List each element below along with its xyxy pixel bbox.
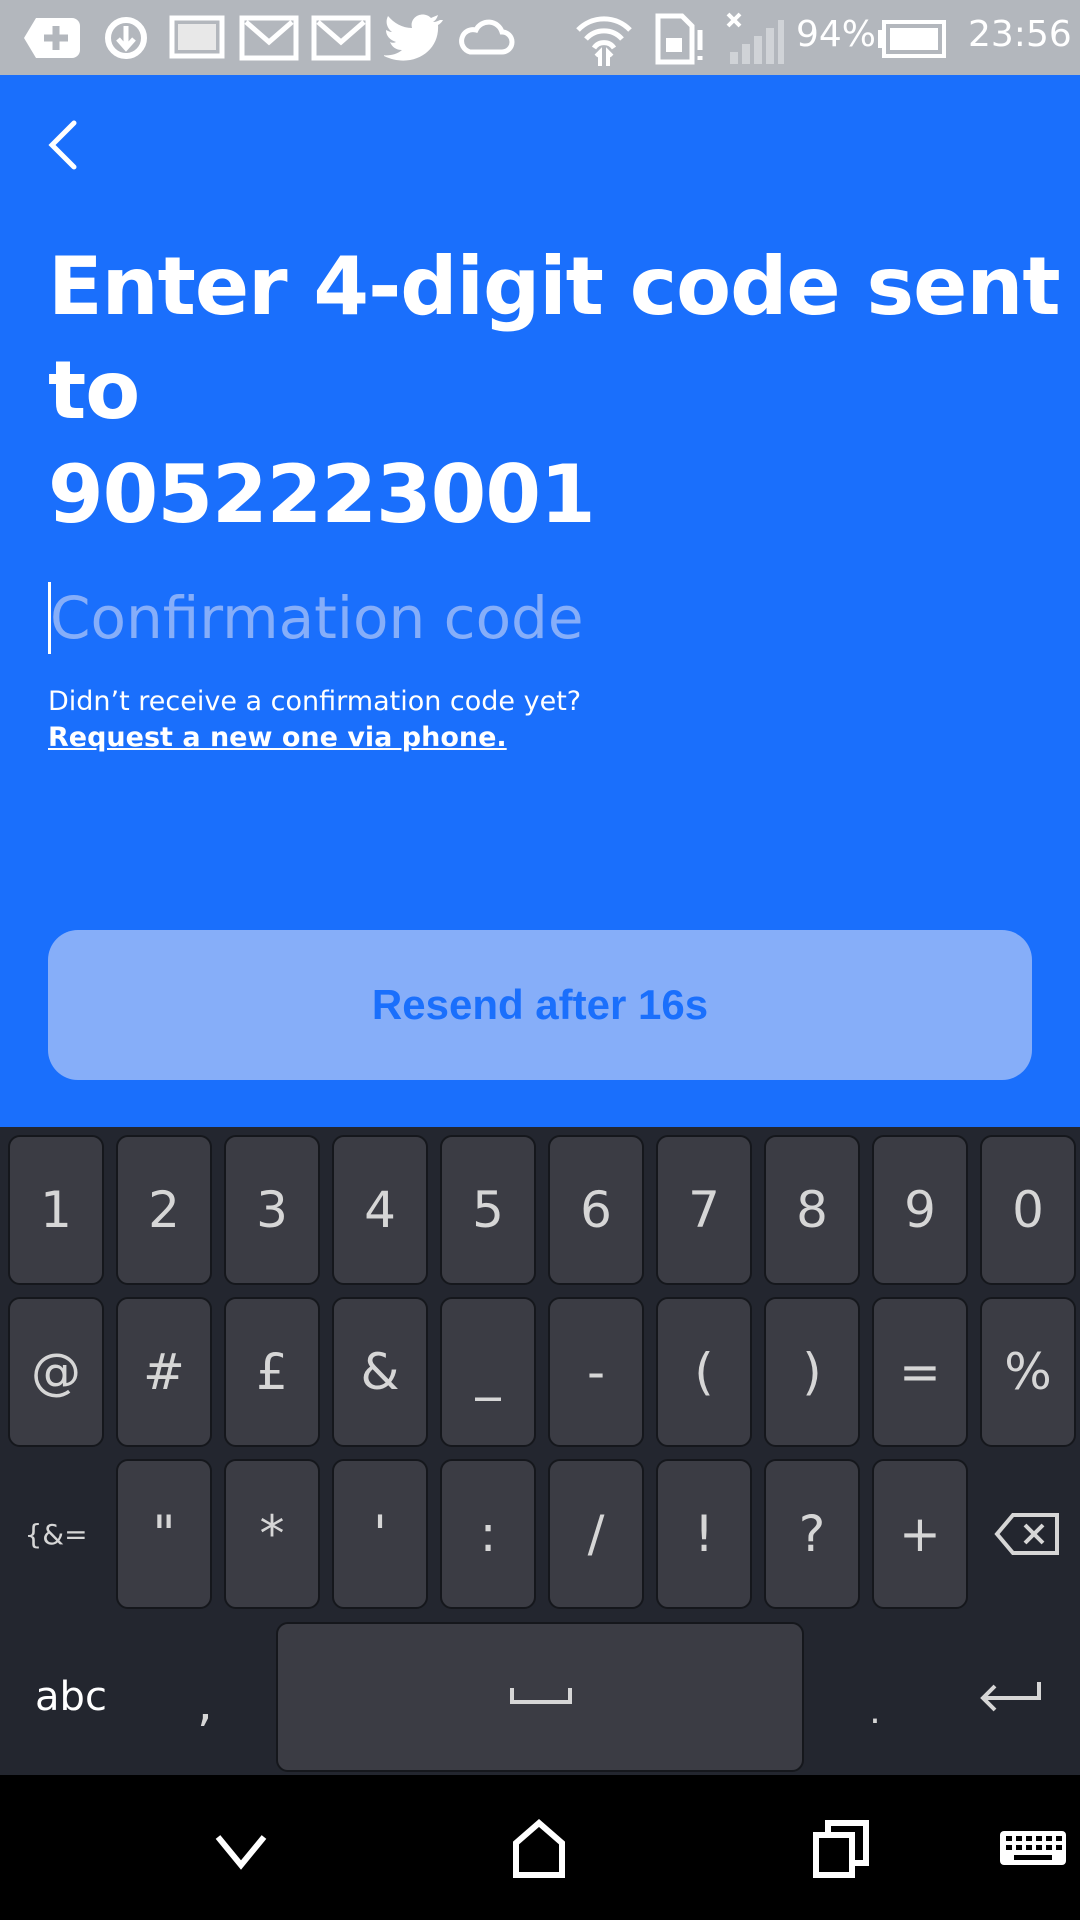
key-symbol[interactable]: ' bbox=[332, 1459, 428, 1609]
key-symbol[interactable]: " bbox=[116, 1459, 212, 1609]
phone-number: 9052223001 bbox=[48, 448, 596, 541]
key-digit[interactable]: 0 bbox=[980, 1135, 1076, 1285]
key-symbol[interactable]: = bbox=[872, 1297, 968, 1447]
key-symbol[interactable]: @ bbox=[8, 1297, 104, 1447]
gmail-icon bbox=[239, 15, 299, 61]
abc-toggle-key[interactable]: abc bbox=[8, 1622, 134, 1772]
status-bar: 94% 23:56 bbox=[0, 0, 1080, 75]
comma-key[interactable]: , bbox=[150, 1622, 260, 1772]
confirmation-code-input[interactable]: Confirmation code bbox=[48, 582, 748, 657]
navigation-bar bbox=[0, 1775, 1080, 1920]
space-bar-icon bbox=[510, 1688, 572, 1704]
back-arrow-icon[interactable] bbox=[40, 113, 90, 177]
twitter-icon bbox=[384, 14, 443, 61]
backspace-icon bbox=[994, 1513, 1059, 1555]
key-symbol[interactable]: : bbox=[440, 1459, 536, 1609]
sync-icon bbox=[105, 17, 147, 59]
title-line: Enter 4-digit code sent bbox=[48, 240, 1061, 333]
back-nav-icon[interactable] bbox=[196, 1805, 286, 1895]
key-digit[interactable]: 9 bbox=[872, 1135, 968, 1285]
battery-icon bbox=[878, 20, 946, 58]
key-symbol[interactable]: / bbox=[548, 1459, 644, 1609]
key-digit[interactable]: 6 bbox=[548, 1135, 644, 1285]
request-via-phone-link[interactable]: Request a new one via phone. bbox=[48, 722, 507, 753]
key-digit[interactable]: 4 bbox=[332, 1135, 428, 1285]
home-icon[interactable] bbox=[494, 1805, 584, 1895]
enter-icon bbox=[980, 1682, 1041, 1712]
space-key[interactable] bbox=[276, 1622, 804, 1772]
signal-icon bbox=[726, 12, 784, 64]
sim-alert-icon bbox=[655, 13, 703, 65]
resend-button[interactable]: Resend after 16s bbox=[48, 930, 1032, 1080]
key-symbol[interactable]: _ bbox=[440, 1297, 536, 1447]
confirmation-code-placeholder: Confirmation code bbox=[50, 584, 584, 652]
symbols-toggle-key[interactable]: {&= bbox=[8, 1459, 104, 1609]
key-symbol[interactable]: * bbox=[224, 1459, 320, 1609]
key-symbol[interactable]: ( bbox=[656, 1297, 752, 1447]
key-digit[interactable]: 3 bbox=[224, 1135, 320, 1285]
key-digit[interactable]: 2 bbox=[116, 1135, 212, 1285]
hint-text: Didn’t receive a confirmation code yet? bbox=[48, 686, 582, 717]
page-title: Enter 4-digit code sent to 9052223001 bbox=[48, 235, 1061, 547]
verification-screen: Enter 4-digit code sent to 9052223001 Co… bbox=[0, 75, 1080, 1127]
key-digit[interactable]: 7 bbox=[656, 1135, 752, 1285]
keyboard: 1 2 3 4 5 6 7 8 9 0 @ # £ & _ -() =% {&= " * ': /!? + abc,. bbox=[0, 1127, 1080, 1775]
key-symbol[interactable]: £ bbox=[224, 1297, 320, 1447]
key-digit[interactable]: 1 bbox=[8, 1135, 104, 1285]
recent-apps-icon[interactable] bbox=[796, 1805, 886, 1895]
enter-key[interactable] bbox=[950, 1622, 1070, 1772]
clock: 23:56 bbox=[968, 14, 1072, 55]
key-symbol[interactable]: % bbox=[980, 1297, 1076, 1447]
wifi-icon bbox=[576, 16, 632, 66]
key-symbol[interactable]: ? bbox=[764, 1459, 860, 1609]
add-icon bbox=[24, 18, 80, 58]
key-digit[interactable]: 8 bbox=[764, 1135, 860, 1285]
cloud-icon bbox=[459, 19, 515, 55]
key-symbol[interactable]: & bbox=[332, 1297, 428, 1447]
key-digit[interactable]: 5 bbox=[440, 1135, 536, 1285]
period-key[interactable]: . bbox=[820, 1622, 930, 1772]
key-symbol[interactable]: + bbox=[872, 1459, 968, 1609]
battery-percent: 94% bbox=[796, 14, 877, 55]
key-symbol[interactable]: - bbox=[548, 1297, 644, 1447]
key-symbol[interactable]: ! bbox=[656, 1459, 752, 1609]
image-icon bbox=[169, 15, 225, 59]
title-line: to bbox=[48, 344, 140, 437]
gmail-icon bbox=[311, 15, 371, 61]
key-symbol[interactable]: # bbox=[116, 1297, 212, 1447]
keyboard-icon[interactable] bbox=[996, 1805, 1070, 1895]
backspace-key[interactable] bbox=[980, 1459, 1076, 1609]
key-symbol[interactable]: ) bbox=[764, 1297, 860, 1447]
